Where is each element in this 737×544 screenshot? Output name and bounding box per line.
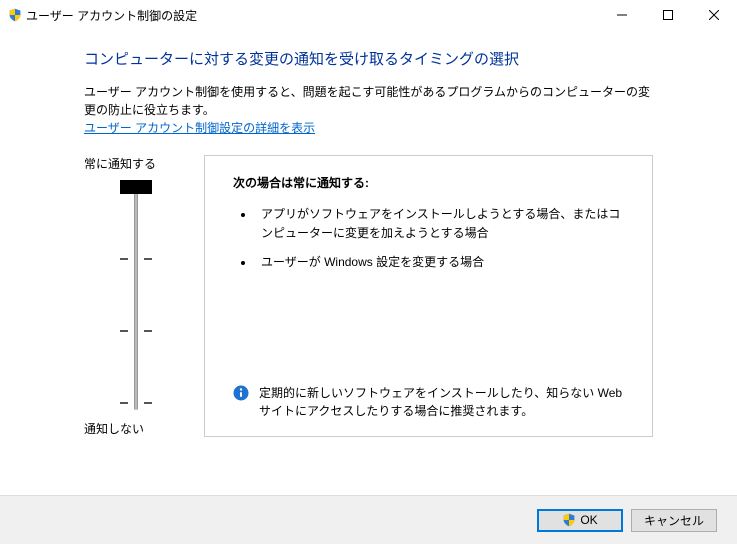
slider-tick bbox=[144, 330, 152, 332]
slider-column: 常に通知する 通知しない bbox=[84, 155, 204, 437]
description-text: ユーザー アカウント制御を使用すると、問題を起こす可能性があるプログラムからのコ… bbox=[84, 83, 653, 137]
uac-slider[interactable] bbox=[84, 180, 204, 410]
slider-bottom-label: 通知しない bbox=[84, 420, 204, 437]
window-title: ユーザー アカウント制御の設定 bbox=[22, 7, 599, 24]
ok-button-label: OK bbox=[580, 513, 597, 527]
learn-more-link[interactable]: ユーザー アカウント制御設定の詳細を表示 bbox=[84, 121, 315, 135]
panel-bullet-list: アプリがソフトウェアをインストールしようとする場合、またはコンピューターに変更を… bbox=[233, 205, 632, 283]
cancel-button-label: キャンセル bbox=[644, 512, 704, 529]
slider-tick bbox=[144, 402, 152, 404]
close-button[interactable] bbox=[691, 0, 737, 30]
slider-track bbox=[134, 180, 138, 410]
content-area: コンピューターに対する変更の通知を受け取るタイミングの選択 ユーザー アカウント… bbox=[0, 30, 737, 437]
info-icon bbox=[233, 385, 249, 401]
recommendation-text: 定期的に新しいソフトウェアをインストールしたり、知らない Web サイトにアクセ… bbox=[259, 384, 632, 420]
uac-shield-icon bbox=[8, 8, 22, 22]
titlebar: ユーザー アカウント制御の設定 bbox=[0, 0, 737, 30]
page-heading: コンピューターに対する変更の通知を受け取るタイミングの選択 bbox=[84, 48, 653, 69]
ok-button[interactable]: OK bbox=[537, 509, 623, 532]
notification-panel: 次の場合は常に通知する: アプリがソフトウェアをインストールしようとする場合、ま… bbox=[204, 155, 653, 437]
description-line: ユーザー アカウント制御を使用すると、問題を起こす可能性があるプログラムからのコ… bbox=[84, 85, 650, 117]
slider-tick bbox=[144, 258, 152, 260]
maximize-button[interactable] bbox=[645, 0, 691, 30]
panel-title: 次の場合は常に通知する: bbox=[233, 174, 632, 191]
slider-thumb[interactable] bbox=[120, 180, 152, 194]
cancel-button[interactable]: キャンセル bbox=[631, 509, 717, 532]
panel-bullet: ユーザーが Windows 設定を変更する場合 bbox=[255, 253, 632, 272]
dialog-footer: OK キャンセル bbox=[0, 495, 737, 544]
slider-tick bbox=[120, 258, 128, 260]
slider-tick bbox=[120, 330, 128, 332]
recommendation-row: 定期的に新しいソフトウェアをインストールしたり、知らない Web サイトにアクセ… bbox=[233, 384, 632, 420]
slider-top-label: 常に通知する bbox=[84, 155, 204, 172]
uac-shield-icon bbox=[562, 513, 576, 527]
panel-bullet: アプリがソフトウェアをインストールしようとする場合、またはコンピューターに変更を… bbox=[255, 205, 632, 243]
slider-tick bbox=[120, 402, 128, 404]
minimize-button[interactable] bbox=[599, 0, 645, 30]
